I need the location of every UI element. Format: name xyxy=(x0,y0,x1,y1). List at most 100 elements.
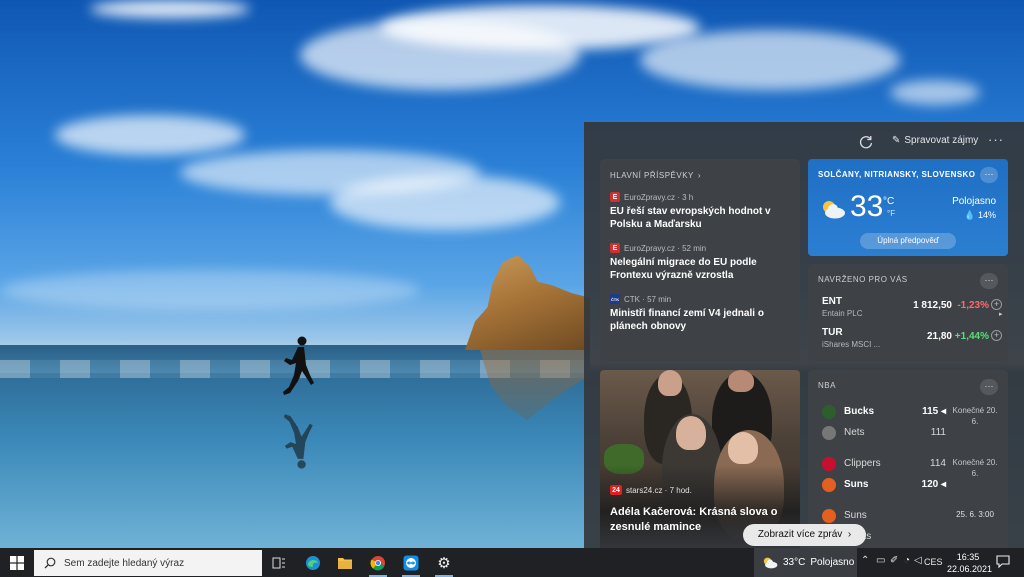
stock-symbol: TUR xyxy=(822,327,843,338)
team-score: 111 xyxy=(930,427,946,438)
teamviewer-icon xyxy=(403,555,419,570)
stock-change: -1,23% xyxy=(957,300,989,311)
source-logo-icon: ČTK xyxy=(610,294,620,304)
task-view-button[interactable] xyxy=(262,548,296,577)
manage-interests-label: Spravovat zájmy xyxy=(904,135,979,146)
team-score: 115 ◂ xyxy=(922,406,946,417)
stock-row[interactable]: TUR iShares MSCI ... 21,80 +1,44% + xyxy=(822,327,1002,353)
taskbar-weather-temp: 33°C xyxy=(783,557,806,568)
rock-formation xyxy=(465,255,590,350)
stocks-more-button[interactable]: ··· xyxy=(980,273,998,289)
team-name: Clippers xyxy=(844,458,881,469)
stock-row[interactable]: ENT Entain PLC 1 812,50 -1,23% + xyxy=(822,296,1002,322)
clippers-logo-icon xyxy=(822,457,836,471)
partly-cloudy-icon xyxy=(823,201,845,219)
unit-celsius-toggle[interactable]: °C xyxy=(883,196,894,207)
pen-icon[interactable]: ✐ xyxy=(890,555,898,566)
start-button[interactable] xyxy=(0,548,34,577)
refresh-icon[interactable] xyxy=(858,134,874,150)
search-placeholder: Sem zadejte hledaný výraz xyxy=(64,557,185,569)
news-headline[interactable]: Nelegální migrace do EU podle Frontexu v… xyxy=(610,256,790,282)
team-score: 120 ◂ xyxy=(921,479,946,490)
cloud xyxy=(90,0,250,18)
notification-icon[interactable] xyxy=(996,555,1010,568)
taskbar-clock[interactable]: 16:35 22.06.2021 xyxy=(947,551,993,575)
news-headline[interactable]: Ministři financí zemí V4 jednali o pláne… xyxy=(610,307,790,333)
panel-header: ✎ Spravovat zájmy ··· xyxy=(584,122,1024,162)
top-stories-card: HLAVNÍ PŘÍSPĚVKY › E EuroZpravy.cz · 3 h… xyxy=(600,159,800,361)
weather-temperature: 33 xyxy=(850,190,884,223)
cloud xyxy=(55,115,245,155)
nba-title: NBA xyxy=(818,381,836,390)
source-logo-icon: E xyxy=(610,243,620,253)
suns-logo-icon xyxy=(822,509,836,523)
cloud xyxy=(640,30,900,90)
folder-icon xyxy=(338,557,352,569)
cloud xyxy=(380,5,700,50)
input-language[interactable]: CES xyxy=(924,557,943,567)
team-name: Suns xyxy=(844,479,869,490)
windows-logo-icon xyxy=(10,555,24,570)
haze xyxy=(0,270,420,310)
unit-fahrenheit-toggle[interactable]: °F xyxy=(887,209,895,218)
weather-location: SOLČANY, NITRIANSKY, SLOVENSKO xyxy=(818,170,976,179)
news-headline[interactable]: EU řeší stav evropských hodnot v Polsku … xyxy=(610,205,790,231)
chrome-app-button[interactable] xyxy=(361,548,395,577)
rock-reflection xyxy=(480,350,585,420)
chevron-right-icon: › xyxy=(845,529,852,540)
clock-time: 16:35 xyxy=(956,552,980,562)
taskbar-search-box[interactable]: Sem zadejte hledaný výraz xyxy=(34,550,262,576)
game-row[interactable]: Clippers 114 Suns 120 ◂ Konečné 20. 6. xyxy=(822,455,998,497)
gear-icon: ⚙ xyxy=(437,554,451,572)
full-forecast-button[interactable]: Úplná předpověď xyxy=(860,233,956,249)
manage-interests-button[interactable]: ✎ Spravovat zájmy xyxy=(892,135,978,146)
news-item[interactable]: E EuroZpravy.cz · 3 h EU řeší stav evrop… xyxy=(610,192,790,231)
rain-chance: 💧 14% xyxy=(964,210,996,220)
add-stock-button[interactable]: + xyxy=(991,299,1002,310)
face xyxy=(658,370,682,396)
weather-more-button[interactable]: ··· xyxy=(980,167,998,183)
panel-more-button[interactable]: ··· xyxy=(988,132,1004,147)
chevron-right-icon: › xyxy=(697,171,702,180)
news-source: EuroZpravy.cz · 52 min xyxy=(624,243,707,253)
news-item[interactable]: ČTK CTK · 57 min Ministři financí zemí V… xyxy=(610,294,790,333)
taskbar: Sem zadejte hledaný výraz ⚙ 33°C Polojas… xyxy=(0,548,1024,577)
game-row[interactable]: Bucks 115 ◂ Nets 111 Konečné 20. 6. xyxy=(822,403,998,445)
face xyxy=(728,432,758,464)
file-explorer-button[interactable] xyxy=(328,548,362,577)
clock-date: 22.06.2021 xyxy=(947,564,993,574)
stock-name: Entain PLC xyxy=(822,309,863,318)
nets-logo-icon xyxy=(822,426,836,440)
settings-app-button[interactable]: ⚙ xyxy=(427,548,461,577)
weather-card[interactable]: SOLČANY, NITRIANSKY, SLOVENSKO ··· 33 °C… xyxy=(808,159,1008,256)
battery-icon[interactable]: ▭ xyxy=(876,555,885,566)
stock-change: +1,44% xyxy=(954,331,989,342)
photo-story-card[interactable]: 24 stars24.cz · 7 hod. Adéla Kačerová: K… xyxy=(600,370,800,548)
task-view-icon xyxy=(272,557,285,568)
stock-price: 21,80 xyxy=(926,331,952,342)
nba-more-button[interactable]: ··· xyxy=(980,379,998,395)
top-stories-title[interactable]: HLAVNÍ PŘÍSPĚVKY › xyxy=(610,171,790,180)
chevron-up-icon[interactable]: ⌃ xyxy=(861,555,869,566)
taskbar-weather-condition: Polojasno xyxy=(810,557,855,568)
news-source: EuroZpravy.cz · 3 h xyxy=(624,192,694,202)
network-icon[interactable]: ◔ xyxy=(904,555,910,566)
stocks-next-arrow-icon[interactable]: ▸ xyxy=(999,310,1003,318)
add-stock-button[interactable]: + xyxy=(991,330,1002,341)
news-item[interactable]: E EuroZpravy.cz · 52 min Nelegální migra… xyxy=(610,243,790,282)
team-score: 114 xyxy=(930,458,946,469)
source-logo-icon: 24 xyxy=(610,485,622,495)
game-status: Konečné 20. 6. xyxy=(952,406,998,426)
weather-condition: Polojasno xyxy=(952,196,996,207)
widgets-panel: ✎ Spravovat zájmy ··· HLAVNÍ PŘÍSPĚVKY ›… xyxy=(584,122,1024,548)
game-status: 25. 6. 3:00 xyxy=(956,510,994,519)
edge-icon xyxy=(306,555,320,570)
show-more-news-button[interactable]: Zobrazit více zpráv › xyxy=(743,524,866,546)
edge-app-button[interactable] xyxy=(296,548,330,577)
taskbar-weather-button[interactable]: 33°C Polojasno xyxy=(754,548,857,577)
bucks-logo-icon xyxy=(822,405,836,419)
chrome-icon xyxy=(370,555,385,570)
teamviewer-app-button[interactable] xyxy=(394,548,428,577)
volume-icon[interactable]: ◁ xyxy=(914,555,922,566)
partly-cloudy-icon xyxy=(763,557,778,569)
